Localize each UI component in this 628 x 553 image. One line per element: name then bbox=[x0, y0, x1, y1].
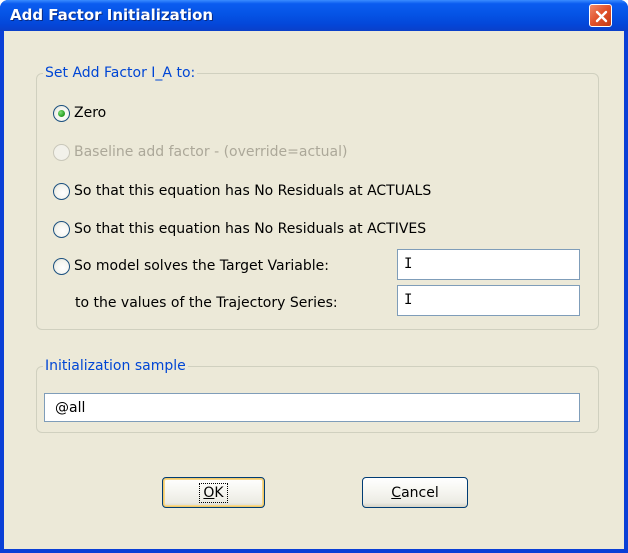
option-no-residuals-actuals[interactable]: So that this equation has No Residuals a… bbox=[53, 180, 431, 202]
radio-baseline bbox=[53, 143, 70, 161]
ok-button-focus: OK bbox=[199, 482, 228, 503]
dialog-window: Add Factor Initialization Set Add Factor… bbox=[0, 0, 628, 553]
option-zero-label: Zero bbox=[74, 105, 107, 121]
option-no-residuals-actuals-label: So that this equation has No Residuals a… bbox=[74, 183, 432, 199]
option-baseline-label: Baseline add factor - (override=actual) bbox=[74, 144, 348, 160]
option-target-variable[interactable]: So model solves the Target Variable: bbox=[53, 255, 329, 277]
cancel-button-label: ancel bbox=[401, 484, 439, 501]
window-title: Add Factor Initialization bbox=[10, 6, 214, 24]
dialog-body: Set Add Factor I_A to: Zero Baseline add… bbox=[4, 31, 624, 549]
cancel-button-mnemonic: C bbox=[391, 484, 402, 501]
radio-no-residuals-actives[interactable] bbox=[53, 220, 70, 238]
option-no-residuals-actives-label: So that this equation has No Residuals a… bbox=[74, 221, 427, 237]
option-no-residuals-actives[interactable]: So that this equation has No Residuals a… bbox=[53, 218, 426, 240]
cancel-button[interactable]: Cancel bbox=[362, 477, 468, 508]
ok-button-label: K bbox=[214, 484, 224, 501]
radio-zero[interactable] bbox=[53, 104, 70, 122]
radio-no-residuals-actuals[interactable] bbox=[53, 182, 70, 200]
target-variable-input[interactable]: I bbox=[397, 249, 580, 280]
initialization-sample-legend: Initialization sample bbox=[43, 358, 188, 374]
option-target-variable-label: So model solves the Target Variable: bbox=[74, 258, 329, 274]
close-icon bbox=[595, 10, 608, 23]
ok-button[interactable]: OK bbox=[162, 477, 265, 508]
option-zero[interactable]: Zero bbox=[53, 102, 106, 124]
option-baseline: Baseline add factor - (override=actual) bbox=[53, 141, 347, 163]
close-button[interactable] bbox=[589, 4, 612, 27]
set-add-factor-legend: Set Add Factor I_A to: bbox=[43, 65, 198, 81]
trajectory-series-label: to the values of the Trajectory Series: bbox=[75, 295, 338, 311]
title-bar[interactable]: Add Factor Initialization bbox=[0, 0, 628, 31]
trajectory-series-input[interactable]: I bbox=[397, 285, 580, 316]
ok-button-mnemonic: O bbox=[203, 484, 215, 501]
radio-target-variable[interactable] bbox=[53, 257, 70, 275]
initialization-sample-input[interactable]: @all bbox=[44, 393, 580, 422]
